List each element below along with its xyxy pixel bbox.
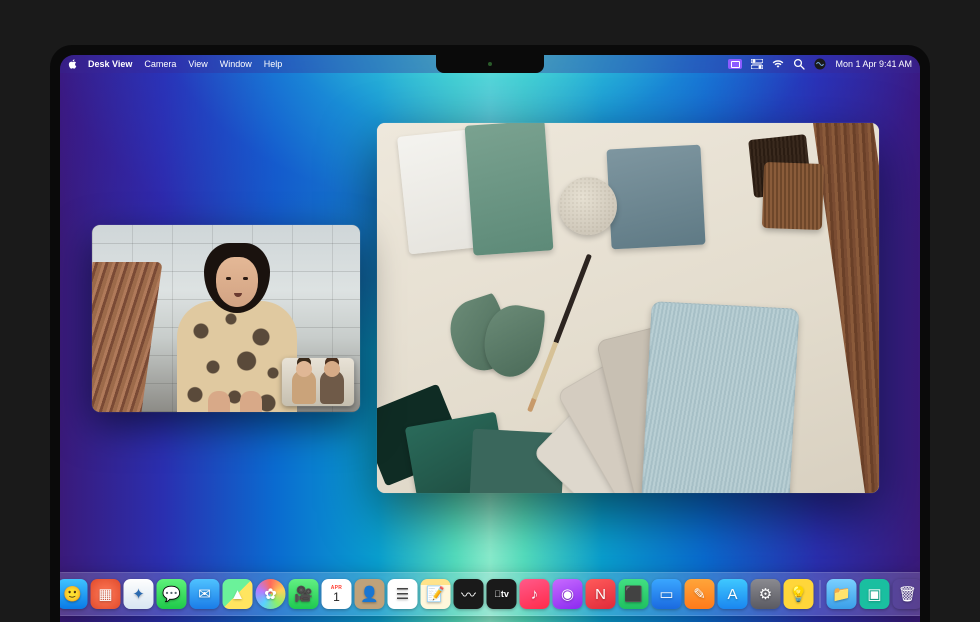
deskview-window[interactable]: [377, 123, 879, 493]
siri-icon[interactable]: [814, 58, 826, 70]
swatch-sage-tile: [465, 123, 554, 256]
dock-app-maps[interactable]: ▲: [223, 579, 253, 609]
dock-app-desk-view[interactable]: ▣: [860, 579, 890, 609]
menubar-app-name[interactable]: Desk View: [82, 59, 138, 69]
dock-app-freeform[interactable]: 〰: [454, 579, 484, 609]
dock-app-system-settings[interactable]: ⚙: [751, 579, 781, 609]
dock-app-tv[interactable]: tv: [487, 579, 517, 609]
dock-app-downloads[interactable]: 📁: [827, 579, 857, 609]
dock-app-keynote[interactable]: ▭: [652, 579, 682, 609]
menu-help[interactable]: Help: [258, 59, 289, 69]
pip-person-1: [292, 370, 316, 404]
dock-app-numbers[interactable]: ⬛: [619, 579, 649, 609]
dock-app-trash[interactable]: 🗑: [893, 579, 921, 609]
wifi-icon[interactable]: [772, 58, 784, 70]
dock-app-news[interactable]: N: [586, 579, 616, 609]
dock-separator: [820, 580, 821, 608]
menu-view[interactable]: View: [182, 59, 213, 69]
swatch-oak: [762, 162, 824, 230]
dock-app-mail[interactable]: ✉: [190, 579, 220, 609]
dock-app-music[interactable]: ♪: [520, 579, 550, 609]
deskview-video: [377, 123, 879, 493]
display-notch: [436, 55, 544, 73]
dock-app-contacts[interactable]: 👤: [355, 579, 385, 609]
dock-app-notes[interactable]: 📝: [421, 579, 451, 609]
swatch-slate-tile: [606, 145, 705, 250]
menu-window[interactable]: Window: [214, 59, 258, 69]
facetime-window[interactable]: [92, 225, 360, 412]
menubar-datetime[interactable]: Mon 1 Apr 9:41 AM: [835, 59, 912, 69]
dock-app-facetime[interactable]: 🎥: [289, 579, 319, 609]
dock-app-messages[interactable]: 💬: [157, 579, 187, 609]
facetime-main-video: [92, 225, 360, 412]
fabric-fan: [531, 259, 831, 493]
dock-app-app-store[interactable]: A: [718, 579, 748, 609]
desktop[interactable]: Desk View Camera View Window Help: [60, 55, 920, 622]
dock-app-tips[interactable]: 💡: [784, 579, 814, 609]
laptop-bezel: Desk View Camera View Window Help: [50, 45, 930, 622]
facetime-pip[interactable]: [282, 358, 354, 406]
control-center-icon[interactable]: [751, 58, 763, 70]
dock-app-photos[interactable]: ✿: [256, 579, 286, 609]
dock-app-finder[interactable]: 🙂: [60, 579, 88, 609]
dock-app-reminders[interactable]: ☰: [388, 579, 418, 609]
pip-person-2: [320, 370, 344, 404]
camera-dot: [488, 62, 492, 66]
menu-camera[interactable]: Camera: [138, 59, 182, 69]
dock-app-safari[interactable]: ✦: [124, 579, 154, 609]
apple-menu-icon[interactable]: [68, 59, 78, 69]
dock-app-pages[interactable]: ✎: [685, 579, 715, 609]
screen-cast-icon[interactable]: [728, 59, 742, 69]
spotlight-icon[interactable]: [793, 58, 805, 70]
dock-app-calendar[interactable]: APR1: [322, 579, 352, 609]
clothes-rack: [92, 262, 163, 412]
dock-app-podcasts[interactable]: ◉: [553, 579, 583, 609]
dock-app-launchpad[interactable]: ▦: [91, 579, 121, 609]
dock: 🙂▦✦💬✉▲✿🎥APR1👤☰📝〰tv♪◉N⬛▭✎A⚙💡 📁▣🗑: [60, 572, 920, 616]
stone-coaster: [559, 177, 617, 235]
